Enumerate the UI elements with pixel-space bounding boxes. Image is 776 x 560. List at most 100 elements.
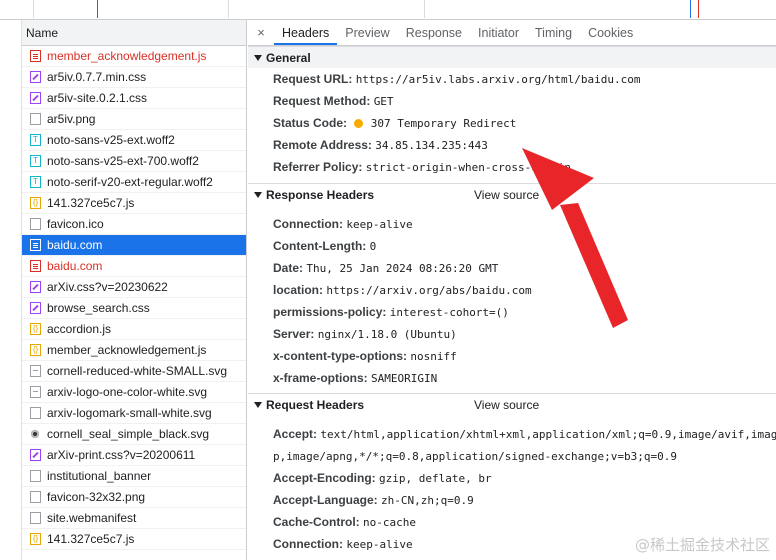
request-name: noto-sans-v25-ext-700.woff2: [47, 153, 199, 168]
request-row[interactable]: Tnoto-serif-v20-ext-regular.woff2: [22, 172, 246, 193]
header-value: text/html,application/xhtml+xml,applicat…: [320, 428, 776, 441]
header-row: x-frame-options: SAMEORIGIN: [248, 367, 776, 389]
request-row[interactable]: arXiv.css?v=20230622: [22, 277, 246, 298]
request-row[interactable]: arxiv-logo-one-color-white.svg: [22, 382, 246, 403]
request-row[interactable]: institutional_banner: [22, 466, 246, 487]
request-row[interactable]: baidu.com: [22, 256, 246, 277]
header-row: Accept-Encoding: gzip, deflate, br: [248, 467, 776, 489]
request-row[interactable]: cornell-reduced-white-SMALL.svg: [22, 361, 246, 382]
header-key: Date:: [273, 261, 304, 275]
request-row[interactable]: arxiv-logomark-small-white.svg: [22, 403, 246, 424]
request-row[interactable]: {} accordion.js: [22, 319, 246, 340]
js-file-icon: {}: [30, 344, 41, 356]
header-row: Accept-Language: zh-CN,zh;q=0.9: [248, 489, 776, 511]
request-name: browse_search.css: [47, 300, 150, 315]
tab-headers[interactable]: Headers: [274, 20, 338, 45]
js-file-icon: {}: [30, 197, 41, 209]
timeline-tick: [424, 0, 425, 18]
request-name: favicon.ico: [47, 216, 104, 231]
general-section-header[interactable]: General: [248, 46, 776, 68]
header-key: permissions-policy:: [273, 305, 387, 319]
header-row: permissions-policy: interest-cohort=(): [248, 301, 776, 323]
request-row[interactable]: baidu.com: [22, 235, 246, 256]
request-list: member_acknowledgement.js ar5iv.0.7.7.min…: [22, 46, 246, 550]
timeline-load-marker: [97, 0, 98, 18]
request-row[interactable]: Tnoto-sans-v25-ext.woff2: [22, 130, 246, 151]
request-row[interactable]: ar5iv.png: [22, 109, 246, 130]
request-row[interactable]: member_acknowledgement.js: [22, 46, 246, 67]
header-row-accept-continued: p,image/apng,*/*;q=0.8,application/signe…: [248, 445, 776, 467]
request-row[interactable]: {} 141.327ce5c7.js: [22, 193, 246, 214]
header-value: https://ar5iv.labs.arxiv.org/html/baidu.…: [355, 73, 641, 86]
request-name: noto-serif-v20-ext-regular.woff2: [47, 174, 213, 189]
header-value: SAMEORIGIN: [371, 372, 438, 385]
section-title: Response Headers: [266, 187, 375, 202]
font-file-icon: T: [30, 176, 41, 188]
header-row-remote-address: Remote Address: 34.85.134.235:443: [248, 134, 776, 156]
header-row: Date: Thu, 25 Jan 2024 08:26:20 GMT: [248, 257, 776, 279]
request-name: baidu.com: [47, 258, 103, 273]
header-value: https://arxiv.org/abs/baidu.com: [326, 284, 532, 297]
close-icon[interactable]: ×: [248, 20, 274, 45]
name-column-header[interactable]: Name: [22, 20, 246, 46]
request-name: arxiv-logomark-small-white.svg: [47, 405, 212, 420]
watermark: @稀土掘金技术社区: [634, 536, 770, 554]
request-row[interactable]: favicon.ico: [22, 214, 246, 235]
header-value: zh-CN,zh;q=0.9: [381, 494, 474, 507]
request-row[interactable]: ar5iv-site.0.2.1.css: [22, 88, 246, 109]
file-icon: [30, 50, 41, 62]
request-headers-header[interactable]: Request Headers View source: [248, 393, 776, 415]
request-headers-section: Request Headers View source Accept: text…: [248, 393, 776, 555]
header-value: nginx/1.18.0 (Ubuntu): [317, 328, 457, 341]
tab-response[interactable]: Response: [398, 20, 470, 45]
request-name: institutional_banner: [47, 468, 152, 483]
section-title: Request Headers: [266, 397, 365, 412]
request-name: accordion.js: [47, 321, 112, 336]
request-row[interactable]: Tnoto-sans-v25-ext-700.woff2: [22, 151, 246, 172]
header-key: Accept-Language:: [273, 493, 378, 507]
request-row[interactable]: arXiv-print.css?v=20200611: [22, 445, 246, 466]
header-key: location:: [273, 283, 323, 297]
header-key: Status Code:: [273, 116, 348, 130]
request-row[interactable]: {} member_acknowledgement.js: [22, 340, 246, 361]
response-headers-section: Response Headers View source Connection:…: [248, 183, 776, 389]
request-name: favicon-32x32.png: [47, 489, 146, 504]
header-key: Content-Length:: [273, 239, 367, 253]
request-name: 141.327ce5c7.js: [47, 195, 135, 210]
header-key: Cache-Control:: [273, 515, 360, 529]
header-value: keep-alive: [346, 538, 413, 551]
header-row: x-content-type-options: nosniff: [248, 345, 776, 367]
header-value: 0: [369, 240, 377, 253]
tab-preview[interactable]: Preview: [337, 20, 397, 45]
tab-initiator[interactable]: Initiator: [470, 20, 527, 45]
timeline-tick: [33, 0, 34, 18]
timeline-dom-marker: [690, 0, 691, 18]
font-file-icon: T: [30, 134, 41, 146]
request-row[interactable]: browse_search.css: [22, 298, 246, 319]
request-row[interactable]: site.webmanifest: [22, 508, 246, 529]
header-value: 307 Temporary Redirect: [370, 117, 517, 130]
response-headers-header[interactable]: Response Headers View source: [248, 183, 776, 205]
header-row: location: https://arxiv.org/abs/baidu.co…: [248, 279, 776, 301]
header-value: interest-cohort=(): [389, 306, 509, 319]
general-section: General Request URL: https://ar5iv.labs.…: [248, 46, 776, 178]
header-key: Connection:: [273, 217, 343, 231]
view-source-link[interactable]: View source: [474, 184, 539, 206]
file-icon: [30, 512, 41, 524]
header-row-referrer-policy: Referrer Policy: strict-origin-when-cros…: [248, 156, 776, 178]
request-name: ar5iv-site.0.2.1.css: [47, 90, 148, 105]
tab-cookies[interactable]: Cookies: [580, 20, 641, 45]
request-row[interactable]: cornell_seal_simple_black.svg: [22, 424, 246, 445]
section-title: General: [266, 50, 311, 65]
status-dot-icon: [354, 119, 364, 128]
request-name: ar5iv.png: [47, 111, 96, 126]
header-key: Remote Address:: [273, 138, 372, 152]
view-source-link[interactable]: View source: [474, 394, 539, 416]
tab-timing[interactable]: Timing: [527, 20, 580, 45]
header-value: no-cache: [363, 516, 416, 529]
request-row[interactable]: {} 141.327ce5c7.js: [22, 529, 246, 550]
js-file-icon: {}: [30, 323, 41, 335]
request-row[interactable]: ar5iv.0.7.7.min.css: [22, 67, 246, 88]
request-row[interactable]: favicon-32x32.png: [22, 487, 246, 508]
request-name: arXiv.css?v=20230622: [47, 279, 168, 294]
